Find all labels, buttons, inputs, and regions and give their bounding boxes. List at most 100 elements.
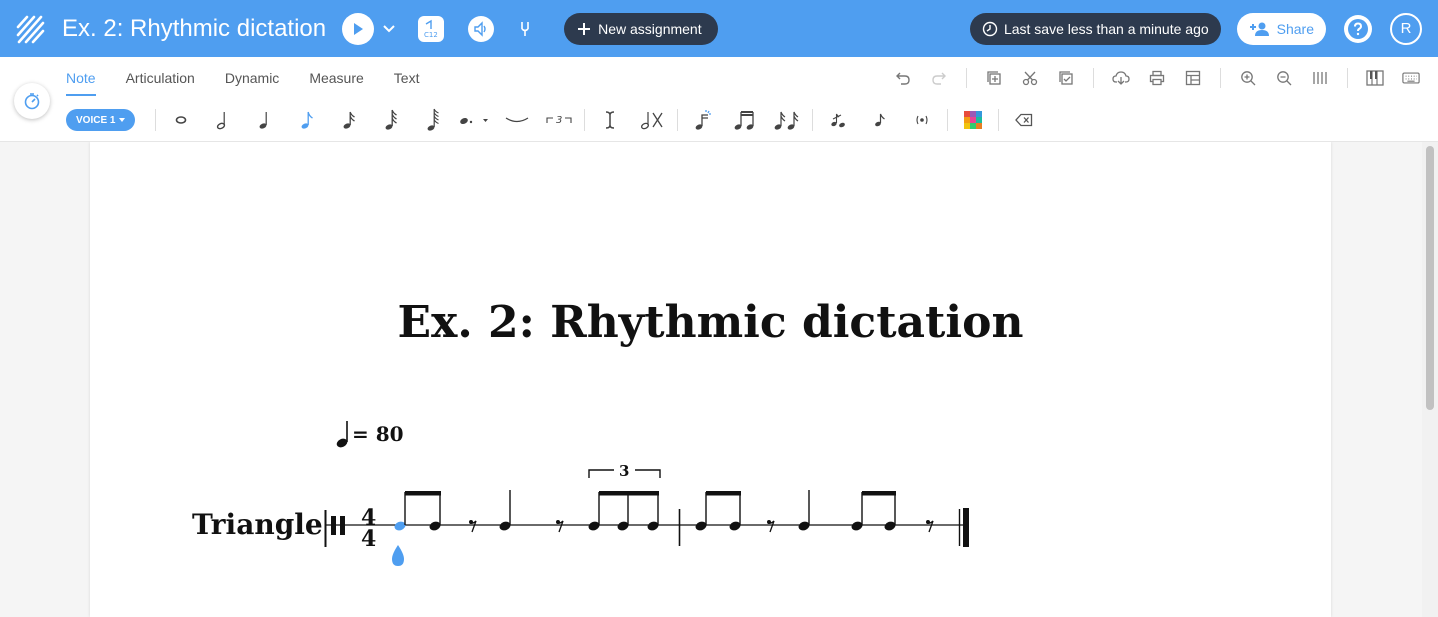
beamed-notes-icon bbox=[735, 111, 755, 130]
tie-button[interactable] bbox=[496, 109, 538, 131]
export-button[interactable] bbox=[1112, 69, 1130, 87]
thirty-second-note-button[interactable] bbox=[370, 109, 412, 131]
eighth-rest[interactable] bbox=[556, 520, 564, 533]
tab-note[interactable]: Note bbox=[66, 70, 96, 96]
printer-icon bbox=[1149, 70, 1165, 86]
thirty-second-note-icon bbox=[386, 109, 398, 130]
eighth-rest[interactable] bbox=[926, 520, 934, 533]
clef-badge-text: C12 bbox=[424, 31, 438, 39]
tab-dynamic[interactable]: Dynamic bbox=[225, 70, 279, 96]
redo-icon bbox=[932, 72, 946, 85]
eighth-note-button[interactable] bbox=[286, 109, 328, 131]
tool-separator bbox=[1347, 68, 1348, 88]
scrollbar-thumb[interactable] bbox=[1426, 146, 1434, 410]
tuplet-number: 3 bbox=[619, 462, 629, 480]
tool-separator bbox=[966, 68, 967, 88]
backspace-icon bbox=[1015, 113, 1033, 127]
cut-button[interactable] bbox=[1021, 69, 1039, 87]
tool-separator bbox=[584, 109, 586, 131]
keyboard-button[interactable] bbox=[1402, 69, 1420, 87]
question-icon bbox=[1348, 18, 1368, 39]
score-page[interactable]: Ex. 2: Rhythmic dictation = 80 Triangle … bbox=[90, 142, 1331, 617]
save-status-text: Last save less than a minute ago bbox=[1003, 20, 1209, 37]
text-cursor-button[interactable] bbox=[589, 109, 631, 131]
grace-note-button[interactable] bbox=[817, 109, 859, 131]
save-status-pill[interactable]: Last save less than a minute ago bbox=[969, 12, 1221, 45]
piano-icon bbox=[1366, 70, 1384, 86]
new-assignment-button[interactable]: New assignment bbox=[564, 12, 718, 45]
tool-separator bbox=[155, 109, 157, 131]
rest-toggle-button[interactable] bbox=[631, 109, 673, 131]
playback-options-chevron[interactable] bbox=[382, 24, 396, 34]
eighth-note-icon bbox=[302, 111, 314, 129]
small-note-button[interactable] bbox=[859, 109, 901, 131]
undo-button[interactable] bbox=[894, 69, 912, 87]
columns-icon bbox=[1313, 72, 1327, 84]
magic-note-icon bbox=[696, 110, 712, 130]
percussion-clef bbox=[331, 516, 336, 535]
vertical-scrollbar[interactable] bbox=[1422, 142, 1438, 617]
sound-button[interactable] bbox=[468, 15, 495, 42]
whole-note-icon bbox=[176, 116, 187, 124]
zoom-in-button[interactable] bbox=[1239, 69, 1257, 87]
user-avatar[interactable]: R bbox=[1390, 12, 1422, 45]
percussion-staff[interactable]: 4 4 3 bbox=[90, 142, 1331, 617]
piano-button[interactable] bbox=[1366, 69, 1384, 87]
tab-articulation[interactable]: Articulation bbox=[126, 70, 195, 96]
percussion-clef bbox=[340, 516, 345, 535]
unbeam-button[interactable] bbox=[766, 109, 808, 131]
tab-measure[interactable]: Measure bbox=[309, 70, 363, 96]
share-label: Share bbox=[1276, 20, 1314, 37]
tool-separator bbox=[947, 109, 949, 131]
print-button[interactable] bbox=[1148, 69, 1166, 87]
tuning-fork-button[interactable] bbox=[512, 16, 538, 42]
quarter-note-button[interactable] bbox=[244, 109, 286, 131]
input-cursor-drop[interactable] bbox=[392, 545, 404, 566]
add-measure-button[interactable] bbox=[985, 69, 1003, 87]
beam-button[interactable] bbox=[724, 109, 766, 131]
eighth-rest[interactable] bbox=[469, 520, 477, 533]
note-color-button[interactable] bbox=[952, 109, 994, 131]
tuning-fork-icon bbox=[521, 21, 529, 36]
tool-separator bbox=[998, 109, 1000, 131]
redo-button[interactable] bbox=[930, 69, 948, 87]
scissors-icon bbox=[1022, 71, 1038, 86]
final-barline-thick bbox=[963, 508, 969, 547]
score-area[interactable]: Ex. 2: Rhythmic dictation = 80 Triangle … bbox=[0, 142, 1422, 617]
voice-selector[interactable]: VOICE 1 bbox=[66, 109, 136, 131]
page-view-button[interactable] bbox=[1311, 69, 1329, 87]
exercise-settings-button[interactable] bbox=[14, 83, 50, 119]
undo-icon bbox=[896, 72, 910, 85]
add-person-icon bbox=[1249, 22, 1269, 36]
play-button[interactable] bbox=[342, 12, 375, 45]
delete-note-button[interactable] bbox=[1003, 109, 1045, 131]
document-title[interactable]: Ex. 2: Rhythmic dictation bbox=[62, 15, 326, 43]
keyboard-icon bbox=[1402, 72, 1420, 84]
sixty-fourth-note-button[interactable] bbox=[412, 108, 454, 131]
tuplet-button[interactable]: 3 bbox=[538, 109, 580, 131]
editor-toolbar: Note Articulation Dynamic Measure Text V… bbox=[0, 57, 1438, 142]
cloud-download-icon bbox=[1112, 71, 1130, 85]
help-button[interactable] bbox=[1344, 14, 1372, 43]
edit-tools bbox=[894, 68, 1420, 88]
half-note-icon bbox=[217, 112, 226, 130]
dotted-note-button[interactable] bbox=[454, 109, 496, 131]
eighth-rest[interactable] bbox=[767, 520, 775, 533]
layout-button[interactable] bbox=[1184, 69, 1202, 87]
half-note-button[interactable] bbox=[202, 109, 244, 131]
paste-button[interactable] bbox=[1057, 69, 1075, 87]
stripes-logo-icon[interactable] bbox=[0, 0, 60, 57]
metronome-clef-button[interactable]: C12 bbox=[418, 15, 445, 42]
chevron-down-icon bbox=[383, 24, 395, 32]
whole-note-button[interactable] bbox=[160, 109, 202, 131]
play-icon bbox=[354, 22, 364, 35]
tuplet-icon: 3 bbox=[546, 115, 573, 126]
parentheses-button[interactable] bbox=[901, 109, 943, 131]
time-signature-bottom: 4 bbox=[361, 526, 376, 552]
zoom-out-button[interactable] bbox=[1275, 69, 1293, 87]
tab-text[interactable]: Text bbox=[394, 70, 420, 96]
share-button[interactable]: Share bbox=[1236, 12, 1326, 45]
flagged-notes-icon bbox=[775, 111, 799, 130]
sixteenth-note-button[interactable] bbox=[328, 109, 370, 131]
flash-note-button[interactable] bbox=[682, 109, 724, 131]
